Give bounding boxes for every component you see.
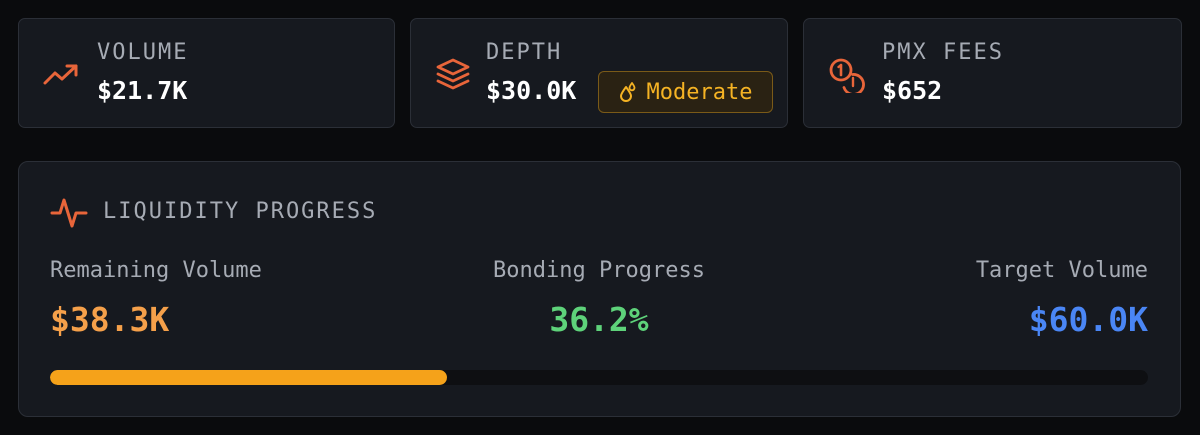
remaining-volume-label: Remaining Volume [50, 258, 262, 283]
pmx-fees-value: $652 [882, 76, 943, 105]
depth-value: $30.0K [486, 76, 577, 105]
volume-label: VOLUME [97, 40, 189, 65]
bonding-progress-bar [50, 370, 1148, 385]
bonding-progress-value: 36.2% [549, 300, 649, 339]
liquidity-progress-title: LIQUIDITY PROGRESS [103, 199, 378, 224]
coins-icon [829, 58, 865, 93]
layers-icon [436, 58, 470, 90]
activity-icon [50, 198, 88, 228]
pmx-fees-label: PMX FEES [882, 40, 1004, 65]
depth-label: DEPTH [486, 40, 563, 65]
target-volume-value: $60.0K [1028, 300, 1148, 339]
droplets-icon [619, 82, 635, 102]
bonding-progress-label: Bonding Progress [493, 258, 705, 283]
volume-value: $21.7K [97, 76, 188, 105]
depth-badge-label: Moderate [646, 79, 753, 105]
target-volume-label: Target Volume [975, 258, 1148, 283]
bonding-progress-fill [50, 370, 448, 385]
remaining-volume-value: $38.3K [50, 300, 170, 339]
page: VOLUME $21.7K DEPTH $30.0K Moderate PMX … [0, 0, 1200, 435]
depth-status-badge: Moderate [598, 71, 773, 113]
trending-up-icon [43, 64, 78, 85]
